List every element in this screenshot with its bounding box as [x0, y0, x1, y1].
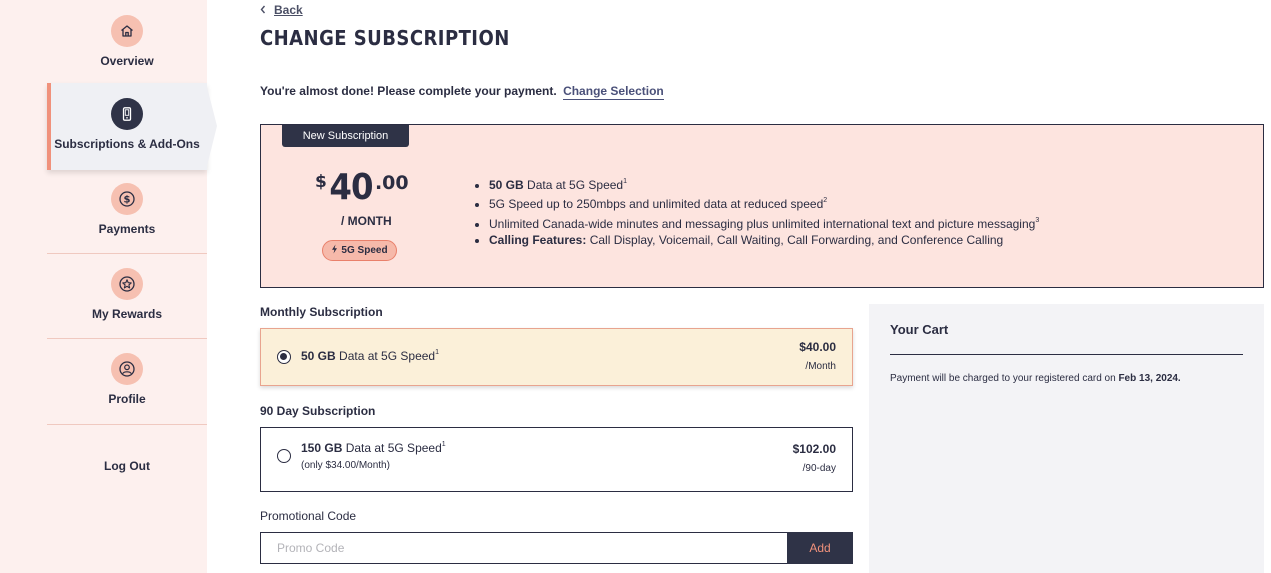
plan-price: $ 40 .00 [315, 170, 409, 206]
add-promo-button[interactable]: Add [787, 532, 853, 564]
cart-divider [890, 354, 1243, 355]
svg-text:$: $ [124, 195, 131, 206]
monthly-radio[interactable] [277, 350, 291, 364]
monthly-section-label: Monthly Subscription [260, 305, 383, 319]
sidebar-item-subscriptions[interactable]: Subscriptions & Add-Ons [47, 98, 207, 151]
lightning-icon [331, 244, 338, 257]
back-label: Back [274, 3, 303, 17]
feature-item: Unlimited Canada-wide minutes and messag… [489, 213, 1039, 232]
option-title: 50 GB Data at 5G Speed1 [301, 349, 439, 363]
chevron-left-icon [260, 3, 266, 17]
star-icon [111, 268, 143, 300]
price-cents: .00 [374, 172, 409, 194]
option-price: $102.00 [792, 442, 836, 456]
logout-button[interactable]: Log Out [47, 459, 207, 473]
monthly-option[interactable]: 50 GB Data at 5G Speed1 $40.00 /Month [260, 328, 853, 386]
sidebar-item-payments[interactable]: $ Payments [47, 183, 207, 236]
price-period: / MONTH [341, 214, 392, 228]
payment-notice: You're almost done! Please complete your… [260, 84, 664, 100]
sidebar-divider [47, 424, 207, 425]
price-whole: 40 [329, 167, 373, 208]
dollar-icon: $ [111, 183, 143, 215]
sidebar: Overview Subscriptions & Add-Ons $ Payme… [0, 0, 217, 573]
page-title: CHANGE SUBSCRIPTION [260, 26, 510, 50]
sidebar-item-profile[interactable]: Profile [47, 353, 207, 406]
promo-code-input[interactable] [260, 532, 787, 564]
home-icon [111, 15, 143, 47]
ninety-day-option[interactable]: 150 GB Data at 5G Speed1 (only $34.00/Mo… [260, 427, 853, 492]
cart-payment-note: Payment will be charged to your register… [890, 373, 1181, 384]
sidebar-active-arrow [206, 83, 217, 170]
sidebar-item-label: My Rewards [91, 307, 163, 321]
new-subscription-tag: New Subscription [282, 125, 409, 147]
speed-badge-label: 5G Speed [341, 245, 388, 256]
back-link[interactable]: Back [260, 3, 303, 17]
change-selection-link[interactable]: Change Selection [563, 84, 664, 100]
plan-features: 50 GB Data at 5G Speed1 5G Speed up to 2… [489, 174, 1039, 248]
option-period: /Month [805, 361, 836, 372]
sidebar-item-overview[interactable]: Overview [47, 15, 207, 68]
sidebar-item-label: Payments [98, 222, 156, 236]
user-icon [111, 353, 143, 385]
option-period: /90-day [802, 463, 836, 474]
ninety-day-section-label: 90 Day Subscription [260, 404, 376, 418]
promo-label: Promotional Code [260, 509, 357, 523]
cart-panel: Your Cart Payment will be charged to you… [869, 304, 1264, 573]
option-title: 150 GB Data at 5G Speed1 [301, 441, 446, 455]
sidebar-item-label: Profile [108, 392, 146, 406]
speed-badge: 5G Speed [322, 240, 397, 261]
sidebar-divider [47, 253, 207, 254]
feature-item: 50 GB Data at 5G Speed1 [489, 174, 1039, 193]
feature-item: 5G Speed up to 250mbps and unlimited dat… [489, 193, 1039, 212]
phone-icon [111, 98, 143, 130]
option-subtext: (only $34.00/Month) [301, 460, 390, 471]
sidebar-item-label: Overview [100, 54, 154, 68]
cart-title: Your Cart [890, 322, 949, 337]
option-price: $40.00 [799, 340, 836, 354]
feature-item: Calling Features: Call Display, Voicemai… [489, 232, 1039, 248]
sidebar-item-rewards[interactable]: My Rewards [47, 268, 207, 321]
notice-text: You're almost done! Please complete your… [260, 84, 557, 98]
sidebar-item-label: Subscriptions & Add-Ons [54, 137, 200, 151]
sidebar-divider [47, 338, 207, 339]
price-currency: $ [315, 172, 327, 192]
plan-card: New Subscription $ 40 .00 / MONTH 5G Spe… [260, 124, 1264, 288]
ninety-day-radio[interactable] [277, 449, 291, 463]
